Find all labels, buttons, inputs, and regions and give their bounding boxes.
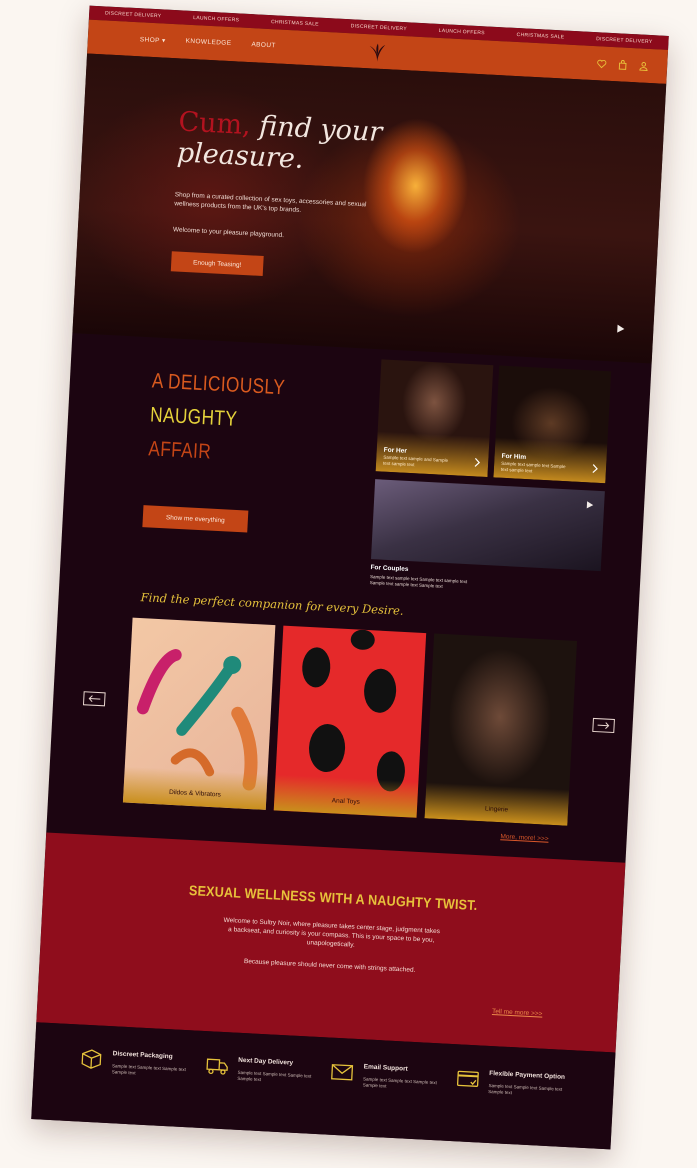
chevron-right-icon: [592, 464, 598, 474]
mail-icon: [331, 1064, 354, 1081]
more-link[interactable]: More, more! >>>: [500, 833, 549, 843]
affair-section: A DELICIOUSLY NAUGHTY AFFAIR Show me eve…: [60, 333, 652, 608]
brand-logo-icon[interactable]: [366, 41, 389, 69]
feature-title: Email Support: [363, 1063, 408, 1073]
card-title: For Her: [383, 446, 407, 455]
wellness-tagline: Because pleasure should never come with …: [243, 957, 416, 974]
category-card-him[interactable]: For Him Sample text sample text Sample t…: [493, 365, 612, 484]
carousel-prev-button[interactable]: [82, 691, 106, 707]
play-icon[interactable]: [585, 500, 594, 509]
nav-knowledge[interactable]: KNOWLEDGE: [185, 38, 231, 48]
ticker-item: LAUNCH OFFERS: [438, 27, 485, 37]
nav-about[interactable]: ABOUT: [251, 41, 276, 50]
card-icon: [456, 1070, 479, 1087]
shopping-bag-icon[interactable]: [617, 59, 629, 71]
landing-page-mockup: DISCREET DELIVERY LAUNCH OFFERS CHRISTMA…: [31, 5, 669, 1150]
hero-welcome: Welcome to your pleasure playground.: [172, 226, 285, 240]
chevron-right-icon: [474, 457, 481, 467]
ticker-item: CHRISTMAS SALE: [516, 31, 565, 41]
wellness-section: SEXUAL WELLNESS WITH A NAUGHTY TWIST. We…: [36, 832, 626, 1053]
wellness-title: SEXUAL WELLNESS WITH A NAUGHTY TWIST.: [188, 882, 478, 914]
companion-title: Find the perfect companion for every Des…: [140, 590, 404, 618]
feature-email-support: Email Support Sample text Sample text Sa…: [327, 1060, 449, 1144]
ticker-item: CHRISTMAS SALE: [270, 19, 319, 28]
affair-heading-line3: AFFAIR: [147, 437, 212, 464]
tell-me-more-link[interactable]: Tell me more >>>: [492, 1008, 543, 1018]
ticker-item: DISCREET DELIVERY: [350, 23, 408, 33]
category-card-couples[interactable]: [370, 479, 605, 572]
feature-flexible-payment: Flexible Payment Option Sample text Samp…: [452, 1066, 574, 1149]
feature-discreet-packaging: Discreet Packaging Sample text Sample te…: [76, 1047, 198, 1131]
play-icon[interactable]: [615, 324, 626, 335]
arrow-right-icon: [597, 722, 610, 729]
couples-description: Sample text sample text Sample text samp…: [369, 574, 468, 589]
companion-carousel-section: Find the perfect companion for every Des…: [46, 578, 639, 863]
heart-icon[interactable]: [596, 58, 608, 70]
feature-title: Flexible Payment Option: [489, 1069, 566, 1081]
feature-description: Sample text Sample text Sample text Samp…: [237, 1069, 312, 1082]
canvas: DISCREET DELIVERY LAUNCH OFFERS CHRISTMA…: [0, 0, 697, 1168]
hero-banner: Cum, find your pleasure. Shop from a cur…: [72, 53, 667, 364]
feature-title: Discreet Packaging: [112, 1050, 173, 1061]
product-card-anal-toys[interactable]: Anal Toys: [273, 625, 427, 818]
main-nav: SHOP ▾ KNOWLEDGE ABOUT: [140, 35, 276, 50]
box-icon: [81, 1049, 102, 1069]
header-actions: [596, 58, 650, 72]
wellness-text: Welcome to Sultry Noir, where pleasure t…: [223, 916, 441, 949]
feature-next-day-delivery: Next Day Delivery Sample text Sample tex…: [201, 1053, 323, 1137]
feature-title: Next Day Delivery: [238, 1056, 294, 1067]
carousel-next-button[interactable]: [592, 717, 615, 734]
feature-description: Sample text Sample text Sample text Samp…: [488, 1082, 563, 1095]
truck-icon: [206, 1058, 228, 1075]
feature-description: Sample text Sample text Sample text Samp…: [111, 1063, 186, 1075]
nav-shop[interactable]: SHOP ▾: [140, 35, 166, 44]
feature-description: Sample text Sample text Sample text Samp…: [362, 1076, 437, 1089]
category-card-her[interactable]: For Her Sample text sample and Sample te…: [375, 359, 494, 478]
ticker-item: DISCREET DELIVERY: [596, 36, 653, 46]
show-me-everything-button[interactable]: Show me everything: [142, 505, 249, 533]
product-card-lingerie[interactable]: Lingerie: [424, 633, 577, 826]
user-icon[interactable]: [638, 60, 650, 72]
affair-heading-line1: A DELICIOUSLY: [151, 369, 286, 400]
card-title: For Him: [501, 452, 527, 462]
ticker-item: LAUNCH OFFERS: [193, 15, 240, 24]
couples-title: For Couples: [370, 564, 409, 574]
arrow-left-icon: [88, 695, 101, 703]
hero-title: Cum, find your pleasure.: [176, 106, 384, 175]
affair-heading-line2: NAUGHTY: [149, 403, 238, 431]
enough-teasing-button[interactable]: Enough Teasing!: [170, 251, 264, 277]
product-card-dildos-vibrators[interactable]: Dildos & Vibrators: [122, 617, 276, 810]
ticker-item: DISCREET DELIVERY: [104, 10, 162, 20]
hero-subtitle: Shop from a curated collection of sex to…: [174, 191, 367, 214]
